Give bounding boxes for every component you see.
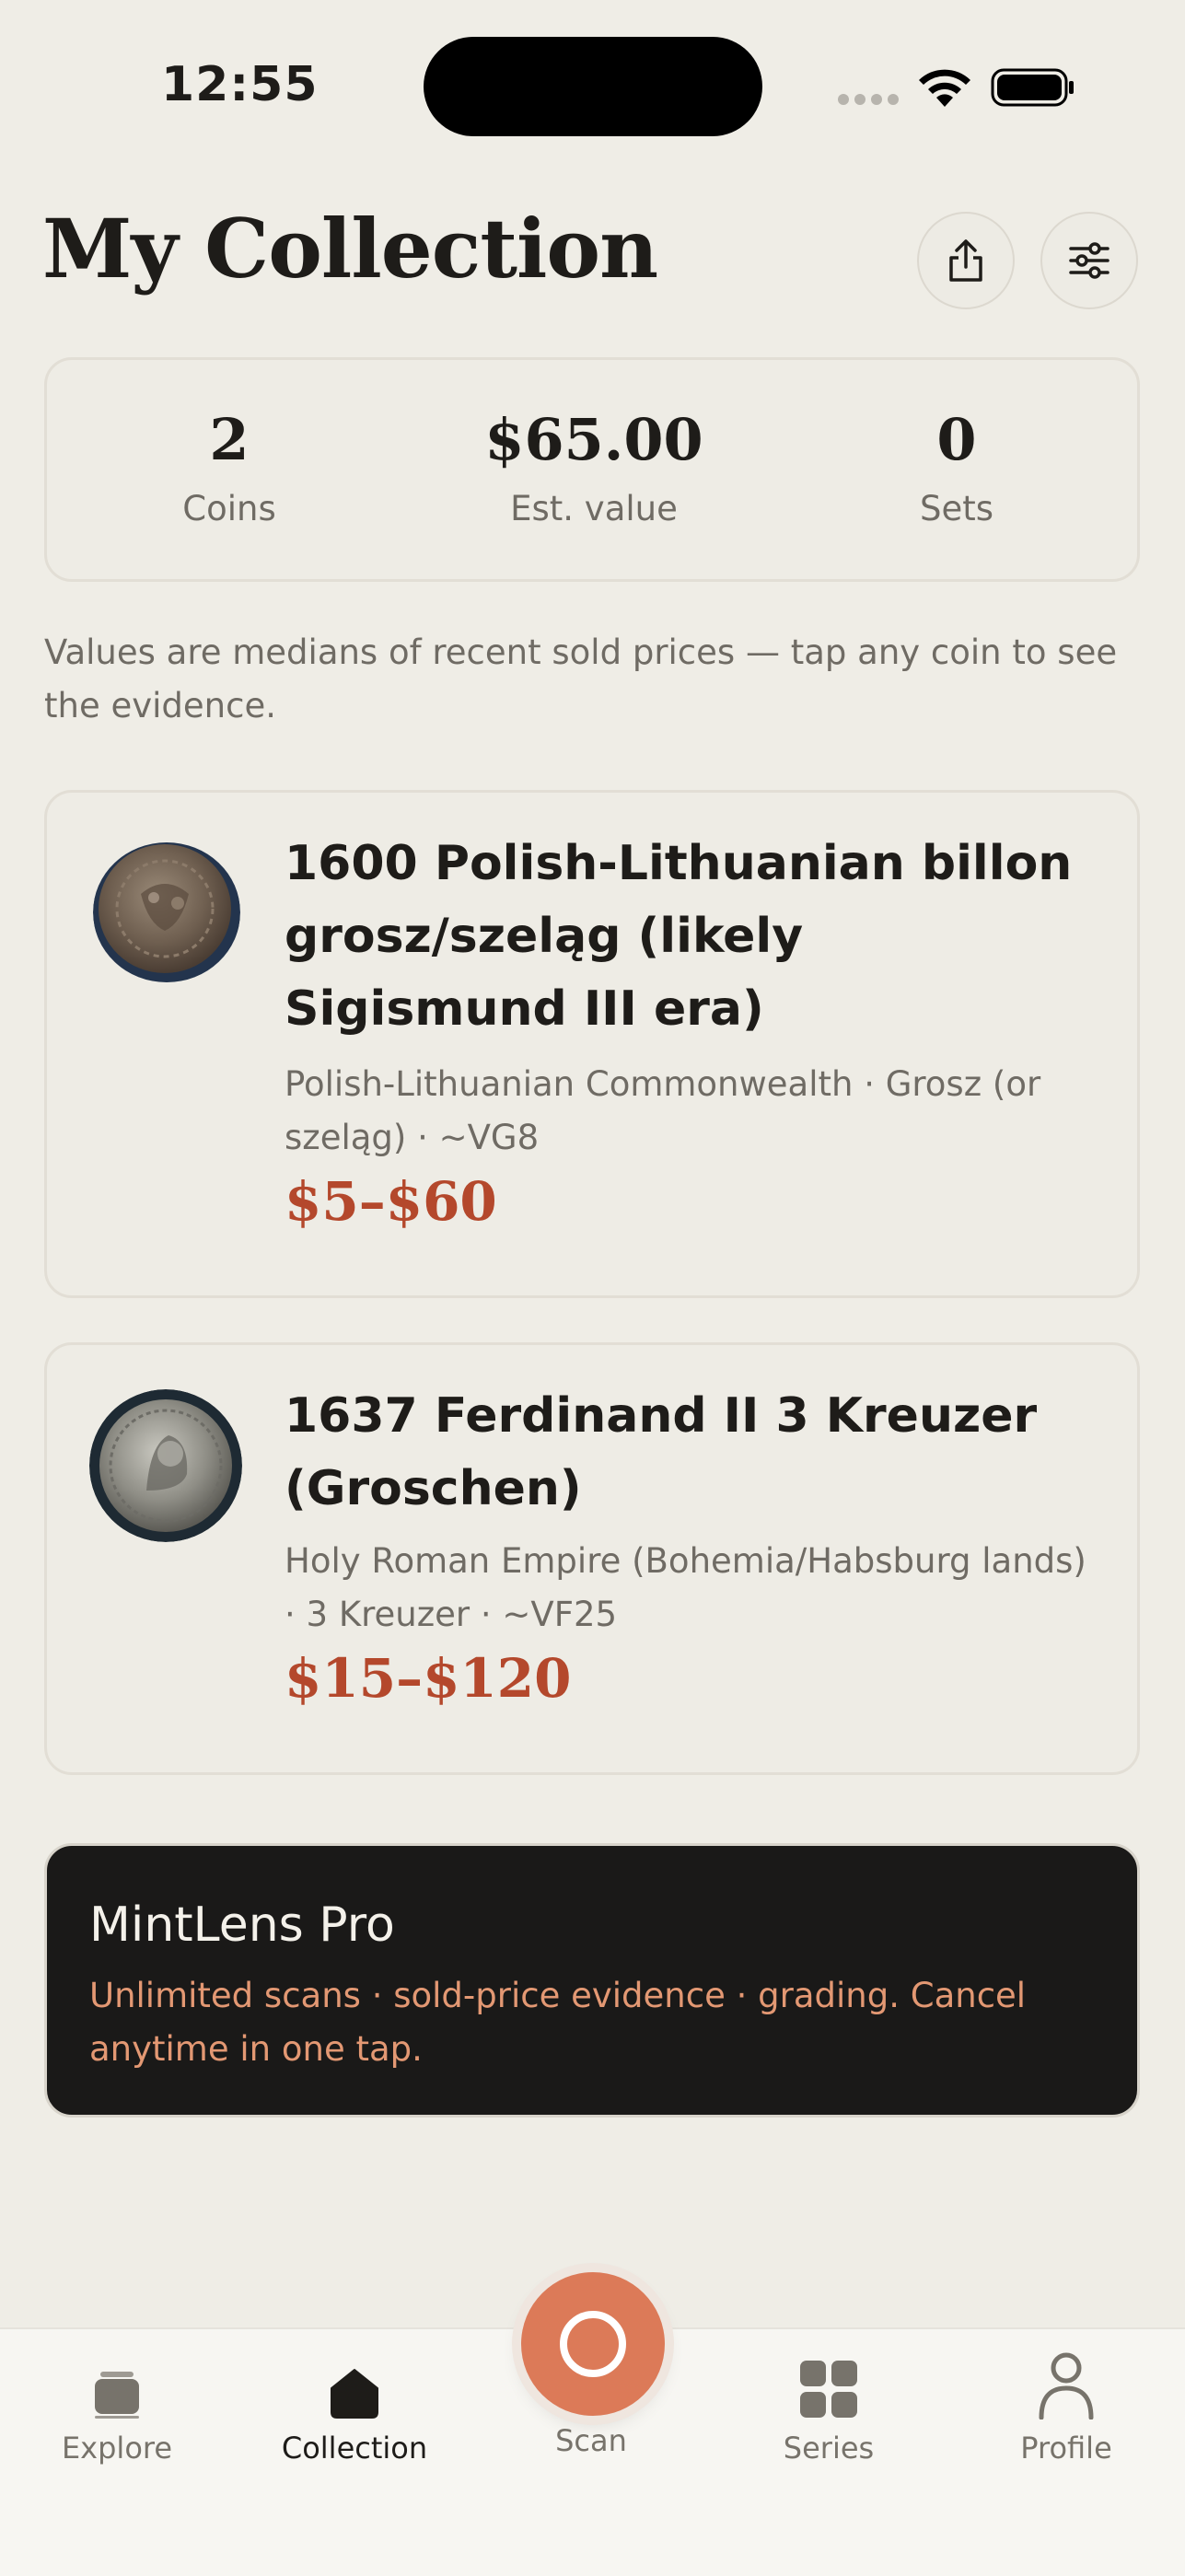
- coin-title: 1600 Polish-Lithuanian billon grosz/szel…: [285, 836, 1073, 1037]
- coin-card[interactable]: 1600 Polish-Lithuanian billon grosz/szel…: [44, 790, 1140, 1298]
- grid-icon: [800, 2361, 857, 2418]
- stat-value: $65.00: [484, 406, 703, 473]
- stat-est-value: $65.00 Est. value: [428, 406, 760, 529]
- tab-collection[interactable]: Collection: [262, 2344, 447, 2466]
- coin-subtitle: Polish-Lithuanian Commonwealth · Grosz (…: [285, 1064, 1041, 1157]
- person-icon: [1039, 2352, 1094, 2419]
- valuation-note: Values are medians of recent sold prices…: [44, 632, 1118, 725]
- stat-value: 2: [209, 406, 250, 473]
- tab-label: Profile: [1020, 2431, 1112, 2466]
- stack-icon: [95, 2372, 139, 2419]
- stat-sets: 0 Sets: [791, 406, 1122, 529]
- page-title: My Collection: [42, 201, 658, 296]
- tab-series[interactable]: Series: [737, 2344, 921, 2466]
- stat-value: 0: [936, 406, 977, 473]
- tab-explore[interactable]: Explore: [25, 2344, 209, 2466]
- coin-subtitle: Holy Roman Empire (Bohemia/Habsburg land…: [285, 1541, 1086, 1634]
- coin-image: [89, 1389, 242, 1542]
- coin-price-range: $15–$120: [285, 1647, 572, 1710]
- pro-upsell-banner[interactable]: MintLens Pro Unlimited scans · sold-pric…: [44, 1843, 1140, 2118]
- stat-label: Sets: [919, 489, 994, 528]
- scan-icon: [560, 2311, 626, 2377]
- collection-icon: [331, 2369, 378, 2419]
- collection-stats-card: 2 Coins $65.00 Est. value 0 Sets: [44, 357, 1140, 582]
- wifi-icon: [919, 69, 970, 107]
- tab-profile[interactable]: Profile: [974, 2344, 1158, 2466]
- tab-label-scan[interactable]: Scan: [499, 2423, 683, 2458]
- pro-title: MintLens Pro: [89, 1897, 395, 1953]
- stat-label: Coins: [182, 489, 276, 528]
- status-time: 12:55: [161, 57, 319, 112]
- tab-label: Series: [783, 2431, 875, 2466]
- coin-price-range: $5–$60: [285, 1170, 497, 1233]
- filter-button[interactable]: [1040, 212, 1138, 309]
- pro-subtitle: Unlimited scans · sold-price evidence · …: [89, 1976, 1027, 2069]
- cellular-signal-icon: [838, 94, 899, 105]
- coin-card[interactable]: 1637 Ferdinand II 3 Kreuzer (Groschen) H…: [44, 1342, 1140, 1775]
- coin-title: 1637 Ferdinand II 3 Kreuzer (Groschen): [285, 1388, 1038, 1516]
- scan-button[interactable]: [521, 2272, 665, 2416]
- sliders-icon: [1069, 242, 1109, 279]
- tab-label: Collection: [281, 2431, 428, 2466]
- battery-icon: [991, 68, 1074, 107]
- share-icon: [949, 239, 982, 282]
- share-button[interactable]: [917, 212, 1015, 309]
- coin-image: [93, 842, 240, 982]
- tab-label: Explore: [61, 2431, 173, 2466]
- dynamic-island: [424, 37, 762, 136]
- stat-label: Est. value: [510, 489, 678, 528]
- stat-coins: 2 Coins: [64, 406, 395, 529]
